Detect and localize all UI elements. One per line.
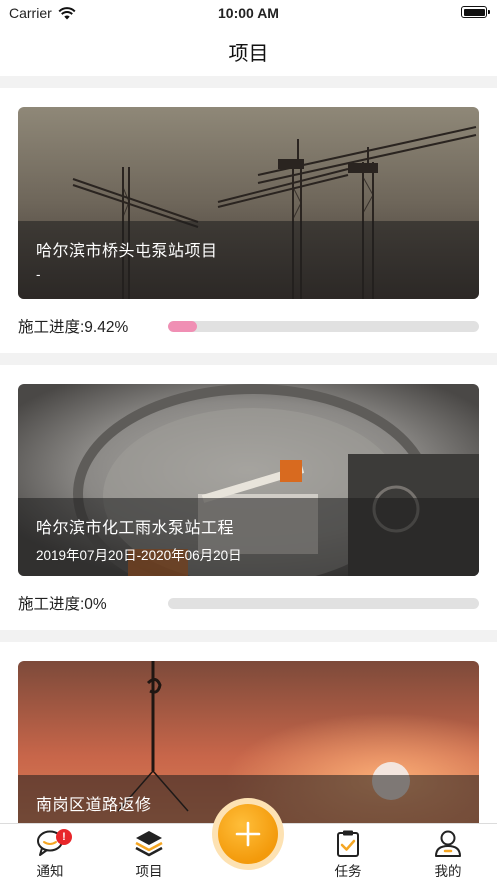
page-title: 项目 xyxy=(228,42,269,65)
add-button-ring xyxy=(212,798,284,870)
tab-projects[interactable]: 项目 xyxy=(119,829,179,880)
navigation-bar: 项目 xyxy=(0,26,497,76)
project-card[interactable]: 哈尔滨市化工雨水泵站工程 2019年07月20日-2020年06月20日 施工进… xyxy=(0,365,497,630)
progress-label: 施工进度:0% xyxy=(18,596,107,613)
clipboard-check-icon xyxy=(337,830,359,857)
battery-icon xyxy=(461,6,490,18)
tab-label: 通知 xyxy=(36,864,64,879)
tab-label: 项目 xyxy=(135,864,163,879)
progress-bar xyxy=(168,320,479,332)
project-overlay: 哈尔滨市桥头屯泵站项目 - xyxy=(18,221,479,299)
tab-tasks[interactable]: 任务 xyxy=(318,829,378,880)
project-image-tunnel[interactable]: 哈尔滨市化工雨水泵站工程 2019年07月20日-2020年06月20日 xyxy=(18,384,479,576)
project-feed[interactable]: 哈尔滨市桥头屯泵站项目 - 施工进度:9.42% 哈尔滨市化工雨水泵站工程 20… xyxy=(0,88,497,865)
progress-bar xyxy=(168,597,479,609)
tab-label: 我的 xyxy=(434,864,462,879)
add-project-button[interactable] xyxy=(218,804,278,864)
status-bar: Carrier 10:00 AM xyxy=(0,0,497,26)
progress-bar-fill xyxy=(168,320,198,332)
tab-label: 任务 xyxy=(334,864,362,879)
progress-label: 施工进度:9.42% xyxy=(18,319,129,336)
project-dates: 2019年07月20日-2020年06月20日 xyxy=(36,548,242,563)
progress-row: 施工进度:0% xyxy=(18,576,479,630)
project-list-screen: Carrier 10:00 AM 项目 哈尔滨市桥头屯泵站项目 - 施工进度:9… xyxy=(0,0,497,883)
user-icon xyxy=(435,830,461,857)
notification-badge: ! xyxy=(56,829,72,845)
project-overlay: 哈尔滨市化工雨水泵站工程 2019年07月20日-2020年06月20日 xyxy=(18,498,479,576)
project-title: 哈尔滨市化工雨水泵站工程 xyxy=(36,520,235,537)
project-title: 哈尔滨市桥头屯泵站项目 xyxy=(36,243,218,260)
stack-layers-icon xyxy=(135,831,163,857)
tab-notifications[interactable]: ! 通知 xyxy=(20,829,80,880)
progress-row: 施工进度:9.42% xyxy=(18,299,479,353)
tab-profile[interactable]: 我的 xyxy=(418,829,478,880)
project-image-tower-cranes[interactable]: 哈尔滨市桥头屯泵站项目 - xyxy=(18,107,479,299)
status-time: 10:00 AM xyxy=(218,5,279,21)
project-dates: - xyxy=(36,267,41,282)
project-card[interactable]: 哈尔滨市桥头屯泵站项目 - 施工进度:9.42% xyxy=(0,88,497,353)
plus-icon xyxy=(235,821,261,847)
